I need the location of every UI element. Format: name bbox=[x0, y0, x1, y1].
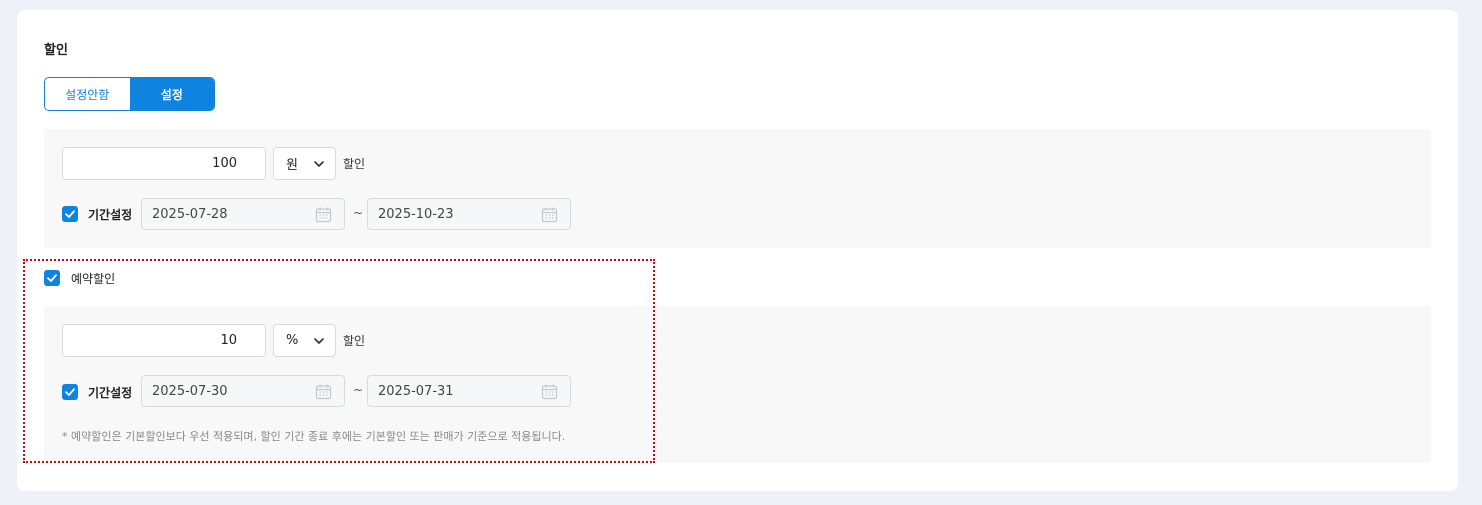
discount-start-date-value: 2025-07-28 bbox=[152, 206, 228, 222]
reservation-checkbox[interactable] bbox=[44, 270, 60, 286]
chevron-down-icon bbox=[314, 161, 324, 167]
check-icon bbox=[47, 274, 57, 282]
discount-period-label: 기간설정 bbox=[88, 208, 133, 222]
discount-toggle: 설정안함 설정 bbox=[44, 77, 215, 111]
discount-amount-input[interactable] bbox=[62, 147, 266, 180]
discount-unit-suffix: 할인 bbox=[343, 157, 366, 171]
discount-period-checkbox[interactable] bbox=[62, 206, 78, 222]
reservation-period-checkbox[interactable] bbox=[62, 384, 78, 400]
section-title: 할인 bbox=[44, 43, 68, 58]
toggle-off-button[interactable]: 설정안함 bbox=[45, 78, 130, 110]
discount-start-date[interactable]: 2025-07-28 bbox=[141, 198, 345, 230]
chevron-down-icon bbox=[314, 338, 324, 344]
calendar-icon bbox=[541, 207, 558, 223]
discount-end-date-value: 2025-10-23 bbox=[378, 206, 454, 222]
reservation-end-date[interactable]: 2025-07-31 bbox=[367, 375, 571, 407]
reservation-start-date-value: 2025-07-30 bbox=[152, 383, 228, 399]
reservation-date-separator: ~ bbox=[353, 383, 364, 397]
discount-unit-select[interactable]: 원 bbox=[273, 147, 336, 180]
reservation-end-date-value: 2025-07-31 bbox=[378, 383, 454, 399]
reservation-unit-suffix: 할인 bbox=[343, 334, 366, 348]
reservation-label: 예약할인 bbox=[71, 272, 116, 286]
calendar-icon bbox=[541, 384, 558, 400]
discount-date-separator: ~ bbox=[353, 206, 364, 220]
check-icon bbox=[65, 388, 75, 396]
reservation-unit-select[interactable]: % bbox=[273, 324, 336, 357]
reservation-period-label: 기간설정 bbox=[88, 386, 133, 400]
discount-unit-value: 원 bbox=[286, 158, 298, 173]
calendar-icon bbox=[315, 384, 332, 400]
reservation-note: * 예약할인은 기본할인보다 우선 적용되며, 할인 기간 종료 후에는 기본할… bbox=[62, 430, 566, 443]
reservation-unit-value: % bbox=[286, 333, 299, 348]
reservation-amount-input[interactable] bbox=[62, 324, 266, 357]
discount-end-date[interactable]: 2025-10-23 bbox=[367, 198, 571, 230]
check-icon bbox=[65, 210, 75, 218]
calendar-icon bbox=[315, 207, 332, 223]
toggle-on-button[interactable]: 설정 bbox=[129, 78, 214, 110]
reservation-start-date[interactable]: 2025-07-30 bbox=[141, 375, 345, 407]
